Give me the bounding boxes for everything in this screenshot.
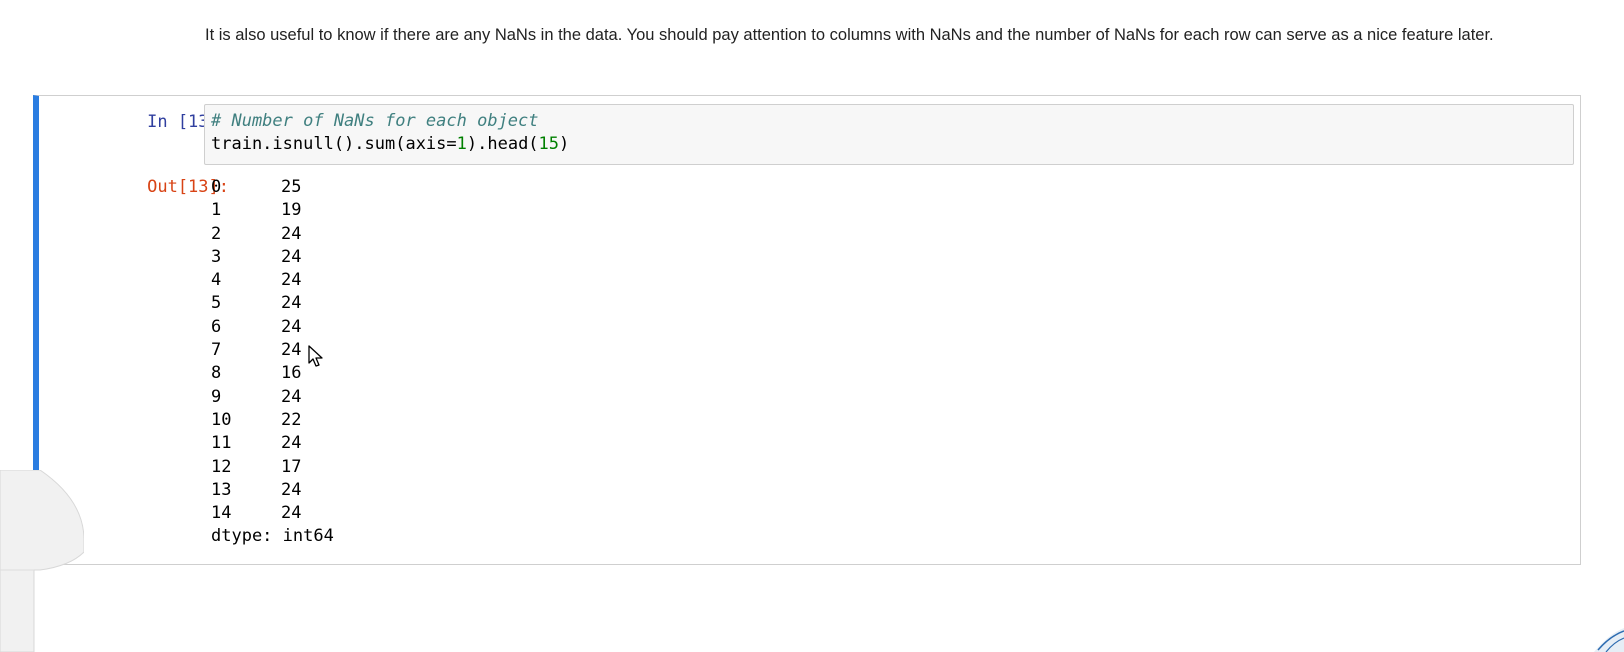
- output-row: 6 24: [211, 316, 341, 339]
- row-index: 8: [211, 363, 222, 384]
- row-index: 13: [211, 479, 232, 500]
- mouse-pointer-icon: [308, 345, 323, 367]
- row-index: 1: [211, 200, 222, 221]
- row-index: 11: [211, 433, 232, 454]
- row-index: 9: [211, 386, 222, 407]
- output-prompt: Out[13]:: [147, 177, 229, 197]
- code-head-number: 15: [538, 134, 560, 154]
- row-value: 24: [281, 433, 302, 454]
- code-cell-13[interactable]: In [13]: # Number of NaNs for each objec…: [33, 95, 1581, 565]
- output-dtype: dtype: int64: [211, 526, 334, 547]
- code-prefix: train.isnull().sum(axis=: [211, 134, 457, 154]
- output-row: 2 24: [211, 223, 341, 246]
- output-row: 0 25: [211, 176, 341, 199]
- output-row: 11 24: [211, 432, 341, 455]
- row-index: 0: [211, 177, 222, 197]
- output-row: 14 24: [211, 502, 341, 525]
- row-value: 24: [281, 316, 302, 337]
- code-axis-number: 1: [456, 134, 467, 154]
- row-value: 24: [281, 479, 302, 500]
- row-index: 14: [211, 503, 232, 524]
- row-index: 10: [211, 409, 232, 430]
- output-row: 4 24: [211, 269, 341, 292]
- code-comment: # Number of NaNs for each object: [211, 111, 539, 131]
- row-index: 2: [211, 223, 222, 244]
- output-row: 3 24: [211, 246, 341, 269]
- output-row: 12 17: [211, 456, 341, 479]
- code-suffix: ): [559, 134, 570, 154]
- code-mid: ).head(: [466, 134, 539, 154]
- markdown-text: It is also useful to know if there are a…: [205, 26, 1494, 44]
- row-index: 12: [211, 456, 232, 477]
- output-row: 13 24: [211, 479, 341, 502]
- webcam-overlay-shape: [0, 470, 84, 652]
- row-value: 24: [281, 293, 302, 314]
- row-index: 7: [211, 340, 222, 361]
- corner-logo-fragment: [1594, 628, 1624, 652]
- row-index: 6: [211, 316, 222, 337]
- row-value: 19: [281, 200, 302, 221]
- row-value: 24: [281, 503, 302, 524]
- row-value: 24: [281, 223, 302, 244]
- row-value: 24: [281, 270, 302, 291]
- code-editor[interactable]: # Number of NaNs for each object train.i…: [204, 104, 1574, 165]
- row-value: 25: [281, 177, 302, 197]
- code-line-comment: # Number of NaNs for each object: [211, 110, 1567, 133]
- row-index: 4: [211, 270, 222, 291]
- output-row: 10 22: [211, 409, 341, 432]
- code-line-statement: train.isnull().sum(axis=1).head(15): [211, 133, 1567, 156]
- output-row: 5 24: [211, 292, 341, 315]
- output-row: 9 24: [211, 386, 341, 409]
- row-index: 5: [211, 293, 222, 314]
- row-index: 3: [211, 246, 222, 267]
- row-value: 24: [281, 246, 302, 267]
- row-value: 22: [281, 409, 302, 430]
- output-row: 1 19: [211, 199, 341, 222]
- markdown-cell[interactable]: It is also useful to know if there are a…: [205, 22, 1575, 49]
- row-value: 17: [281, 456, 302, 477]
- row-value: 24: [281, 386, 302, 407]
